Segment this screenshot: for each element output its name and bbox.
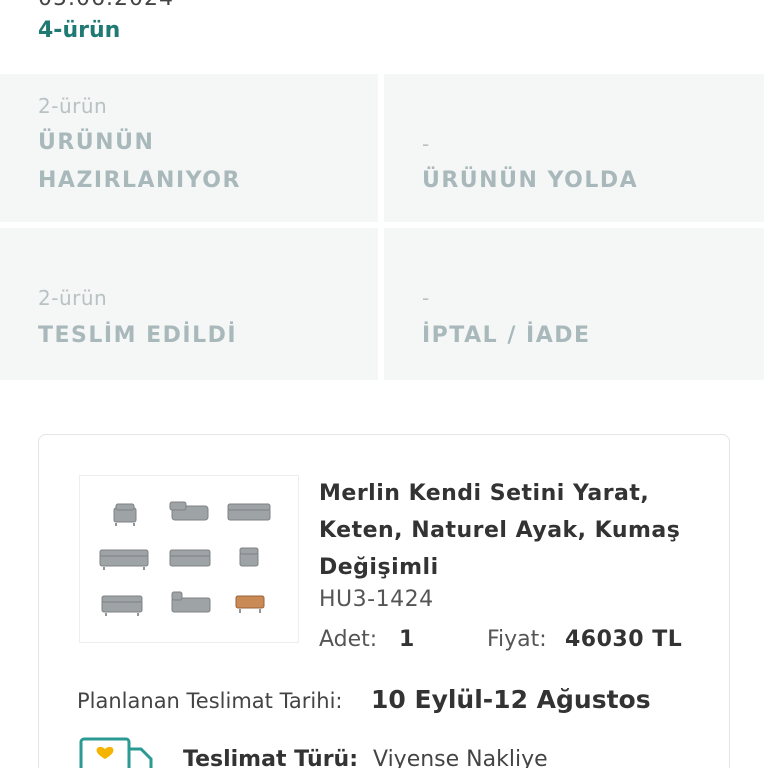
price-label: Fiyat: bbox=[487, 627, 547, 652]
status-preparing-count: 2-ürün bbox=[38, 94, 108, 118]
planned-delivery-label: Planlanan Teslimat Tarihi: bbox=[77, 689, 343, 713]
product-name-line1: Merlin Kendi Setini Yarat, bbox=[319, 481, 650, 506]
order-status-grid: 2-ürün ÜRÜNÜN HAZIRLANIYOR - ÜRÜNÜN YOLD… bbox=[0, 74, 764, 380]
status-delivered-count: 2-ürün bbox=[38, 286, 108, 310]
truck-icon bbox=[79, 735, 159, 768]
product-code: HU3-1424 bbox=[319, 587, 434, 612]
status-on-the-way-label: ÜRÜNÜN YOLDA bbox=[422, 168, 639, 193]
delivery-type-value: Viyense Nakliye bbox=[373, 747, 548, 768]
quantity-value: 1 bbox=[399, 627, 415, 652]
order-date: 05.06.2024 bbox=[38, 0, 174, 11]
price-value: 46030 TL bbox=[565, 627, 683, 652]
product-name-line2: Keten, Naturel Ayak, Kumaş bbox=[319, 518, 681, 543]
sofa-set-thumbnail-icon bbox=[99, 501, 271, 616]
status-on-the-way[interactable]: - ÜRÜNÜN YOLDA bbox=[384, 74, 764, 222]
product-image[interactable] bbox=[79, 475, 299, 643]
product-name[interactable]: Merlin Kendi Setini Yarat, Keten, Nature… bbox=[319, 475, 709, 586]
planned-delivery-value: 10 Eylül-12 Ağustos bbox=[371, 685, 651, 714]
status-delivered[interactable]: 2-ürün TESLİM EDİLDİ bbox=[0, 228, 378, 380]
status-cancel-return[interactable]: - İPTAL / İADE bbox=[384, 228, 764, 380]
status-cancel-return-label: İPTAL / İADE bbox=[422, 323, 591, 348]
status-preparing[interactable]: 2-ürün ÜRÜNÜN HAZIRLANIYOR bbox=[0, 74, 378, 222]
order-item-count: 4-ürün bbox=[38, 18, 121, 43]
status-preparing-label-line2: HAZIRLANIYOR bbox=[38, 168, 241, 193]
product-name-line3: Değişimli bbox=[319, 555, 439, 580]
order-product-card: Merlin Kendi Setini Yarat, Keten, Nature… bbox=[38, 434, 730, 768]
status-cancel-return-count: - bbox=[422, 286, 430, 310]
delivery-type-label: Teslimat Türü: bbox=[183, 747, 359, 768]
status-preparing-label-line1: ÜRÜNÜN bbox=[38, 130, 155, 155]
status-on-the-way-count: - bbox=[422, 132, 430, 156]
status-delivered-label: TESLİM EDİLDİ bbox=[38, 323, 238, 348]
quantity-label: Adet: bbox=[319, 627, 378, 652]
